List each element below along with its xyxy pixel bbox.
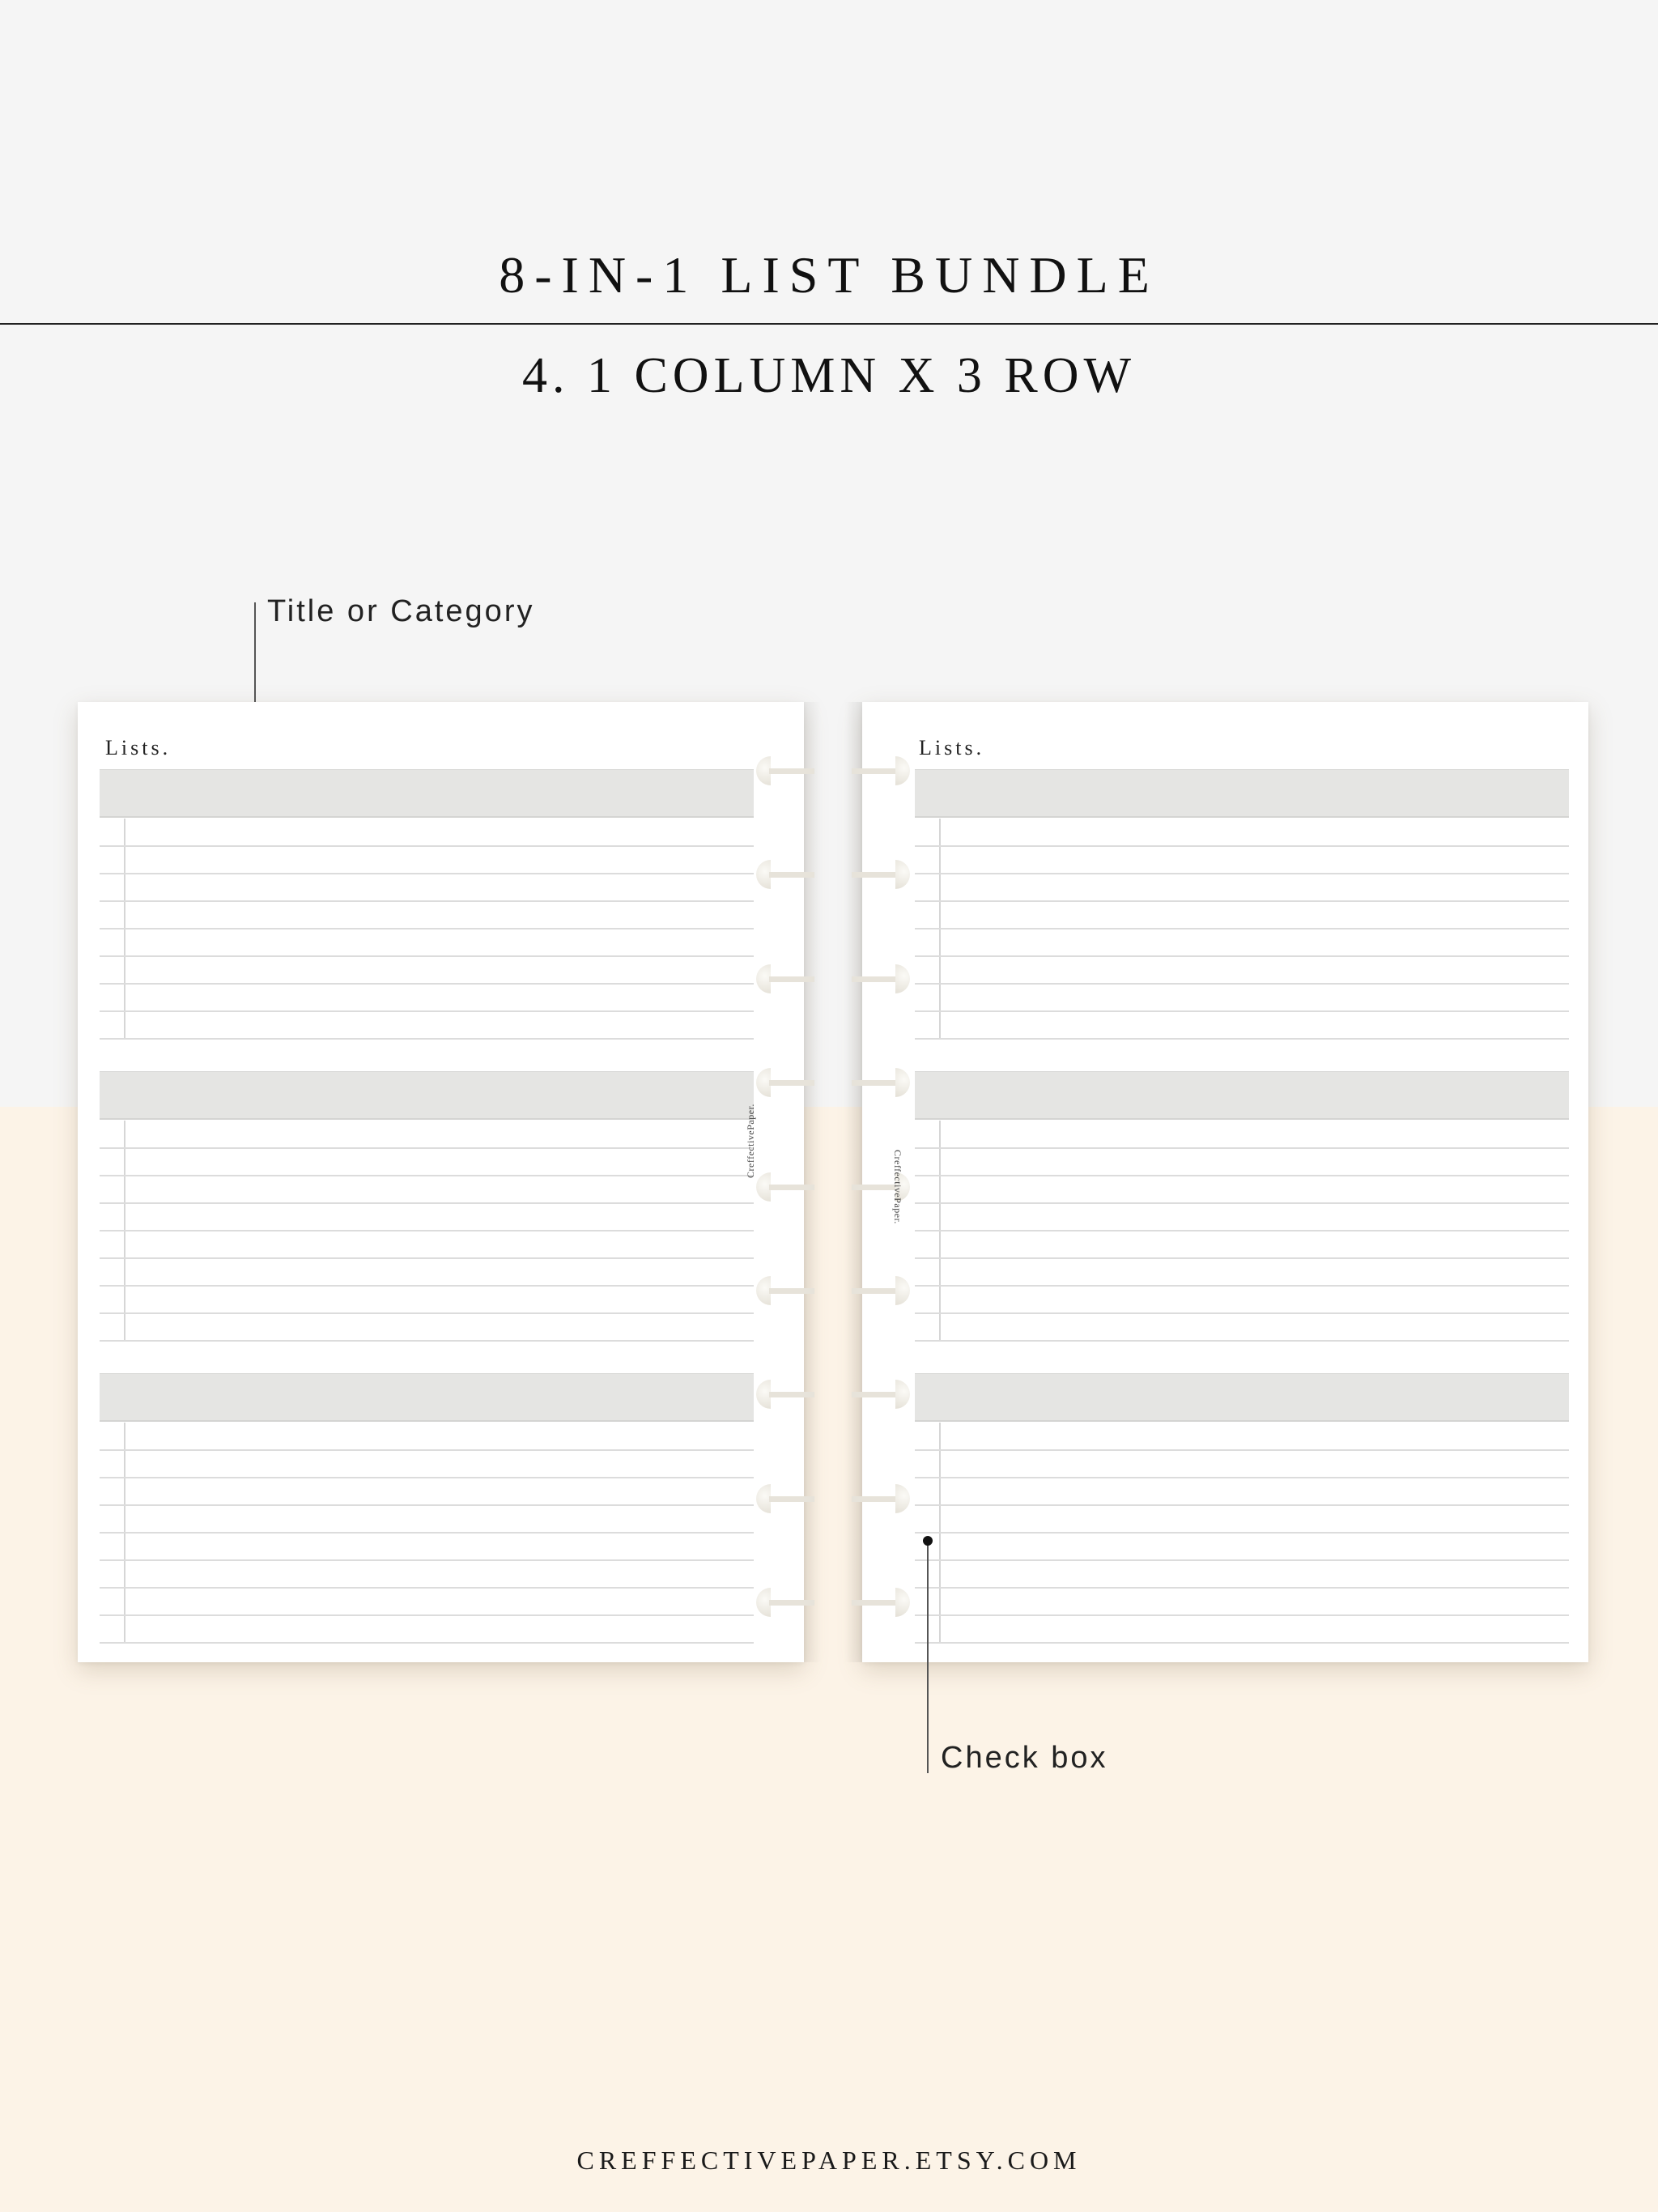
list-line — [915, 845, 1569, 847]
list-line — [100, 955, 754, 957]
list-line — [915, 1312, 1569, 1314]
layout-subtitle: 4. 1 COLUMN X 3 ROW — [521, 348, 1137, 403]
binder-ring — [756, 756, 910, 785]
list-line — [100, 845, 754, 847]
list-line — [915, 1038, 1569, 1040]
list-line — [100, 1504, 754, 1506]
list-line — [100, 1614, 754, 1616]
list-section — [100, 1373, 754, 1644]
section-title-bar — [915, 1071, 1569, 1120]
list-line — [915, 900, 1569, 902]
list-section — [100, 1071, 754, 1342]
list-line — [915, 1257, 1569, 1259]
list-line — [100, 873, 754, 874]
list-line — [100, 1202, 754, 1204]
list-line — [100, 928, 754, 929]
list-line — [915, 928, 1569, 929]
list-line — [100, 1230, 754, 1231]
list-line — [915, 1449, 1569, 1451]
list-line — [100, 1285, 754, 1287]
spine-brand-text-right: CreffectivePaper. — [892, 1150, 903, 1224]
title-divider — [0, 323, 1658, 325]
list-line — [915, 955, 1569, 957]
list-line — [915, 1285, 1569, 1287]
bundle-title: 8-IN-1 LIST BUNDLE — [499, 246, 1159, 304]
list-line — [100, 1532, 754, 1534]
list-line — [100, 1559, 754, 1561]
list-section — [915, 1373, 1569, 1644]
planner-page-left: Lists. — [78, 702, 804, 1662]
page-title: Lists. — [919, 736, 985, 759]
shop-url: CREFFECTIVEPAPER.ETSY.COM — [576, 2146, 1082, 2175]
list-line — [100, 1175, 754, 1176]
list-line — [915, 1532, 1569, 1534]
list-line — [100, 1038, 754, 1040]
list-line — [915, 1477, 1569, 1478]
list-line — [100, 1340, 754, 1342]
list-section — [915, 769, 1569, 1040]
list-line — [915, 873, 1569, 874]
list-line — [100, 1477, 754, 1478]
list-line — [915, 1340, 1569, 1342]
list-line — [915, 1230, 1569, 1231]
list-section — [915, 1071, 1569, 1342]
title-callout-label: Title or Category — [267, 594, 535, 628]
list-line — [100, 1642, 754, 1644]
list-line — [915, 1642, 1569, 1644]
binder-ring — [756, 963, 910, 993]
checkbox-callout-line — [927, 1540, 929, 1773]
list-line — [100, 1147, 754, 1149]
list-line — [100, 1257, 754, 1259]
spine-brand-text-left: CreffectivePaper. — [745, 1104, 756, 1178]
binder-ring — [756, 1172, 910, 1202]
list-line — [915, 1147, 1569, 1149]
list-line — [915, 983, 1569, 985]
section-title-bar — [100, 1071, 754, 1120]
list-line — [100, 900, 754, 902]
list-line — [100, 1587, 754, 1589]
section-title-bar — [915, 1373, 1569, 1422]
section-title-bar — [100, 1373, 754, 1422]
list-line — [915, 1175, 1569, 1176]
binder-ring — [756, 1588, 910, 1618]
list-line — [100, 983, 754, 985]
planner-page-right: Lists. — [862, 702, 1588, 1662]
list-section — [100, 769, 754, 1040]
list-line — [915, 1202, 1569, 1204]
list-line — [915, 1559, 1569, 1561]
page-title: Lists. — [105, 736, 172, 759]
binder-ring — [756, 1483, 910, 1513]
section-title-bar — [915, 769, 1569, 818]
list-line — [100, 1010, 754, 1012]
binder-ring — [756, 1276, 910, 1305]
list-line — [100, 1449, 754, 1451]
list-line — [915, 1010, 1569, 1012]
list-line — [915, 1587, 1569, 1589]
list-line — [915, 1504, 1569, 1506]
binder-ring — [756, 1068, 910, 1098]
list-line — [915, 1614, 1569, 1616]
list-line — [100, 1312, 754, 1314]
binder-ring — [756, 1380, 910, 1410]
section-title-bar — [100, 769, 754, 818]
checkbox-callout-label: Check box — [941, 1741, 1108, 1775]
checkbox-callout-dot — [923, 1536, 933, 1546]
binder-ring — [756, 860, 910, 890]
